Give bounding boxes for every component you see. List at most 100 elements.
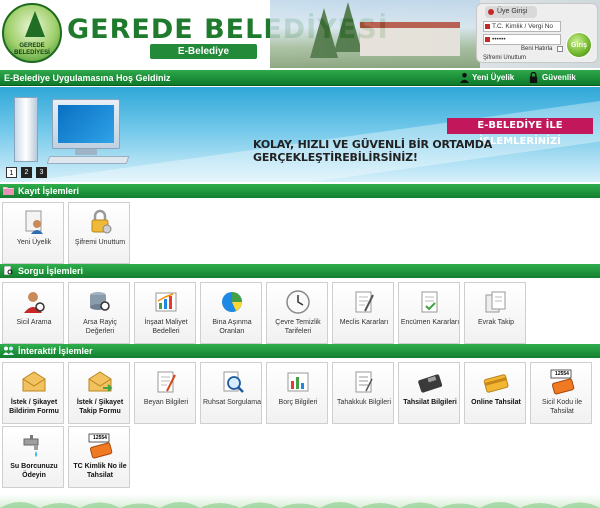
tile-sicil-arama[interactable]: Sicil Arama [2, 282, 64, 344]
tile-label: Çevre Temizlik Tarifeleri [275, 319, 321, 335]
tile-label: Ruhsat Sorgulama [203, 399, 261, 406]
welcome-text: E-Belediye Uygulamasına Hoş Geldiniz [4, 73, 171, 83]
tile-bina-asinma[interactable]: Bina Aşınma Oranları [200, 282, 262, 344]
document-check-icon [421, 291, 438, 313]
section-header-interaktif: İnteraktif İşlemler [0, 344, 600, 358]
logo-text: GEREDE BELEDİYESİ [14, 43, 50, 56]
tile-tahakkuk-bilgileri[interactable]: Tahakkuk Bilgileri [332, 362, 394, 424]
header: GEREDE BELEDİYESİ GEREDE BELEDİYESİ E-Be… [0, 0, 600, 68]
tile-meclis-kararlari[interactable]: Meclis Kararları [332, 282, 394, 344]
lock-icon [91, 209, 112, 234]
tile-label: Tahsilat Bilgileri [403, 399, 457, 406]
login-panel: Üye Girişi T.C. Kimlik / Vergi No ••••••… [476, 3, 598, 63]
new-member-icon [25, 210, 43, 234]
new-member-icon [459, 72, 470, 83]
remember-label: Beni Hatırla [521, 46, 553, 52]
credit-card-icon [483, 374, 509, 393]
id-number-input[interactable]: T.C. Kimlik / Vergi No [483, 21, 561, 32]
new-member-link[interactable]: Yeni Üyelik [472, 72, 514, 84]
pie-chart-icon [222, 292, 242, 312]
tile-label: Sicil Arama [16, 319, 52, 326]
card-reader-icon [418, 374, 443, 393]
security-link[interactable]: Güvenlik [542, 72, 576, 84]
tile-tahsilat-bilgileri[interactable]: Tahsilat Bilgileri [398, 362, 460, 424]
building-icon [360, 22, 460, 56]
tile-label: Borç Bilgileri [278, 399, 318, 406]
magnifier-document-icon [223, 371, 244, 393]
people-icon [3, 346, 14, 355]
tile-sifremi-unuttum[interactable]: Şifremi Unuttum [68, 202, 130, 264]
login-button[interactable]: Giriş [566, 32, 592, 58]
remember-checkbox[interactable] [557, 46, 563, 52]
header-photo [270, 0, 480, 68]
password-input[interactable]: •••••• [483, 34, 561, 45]
keyboard-icon [46, 156, 130, 164]
login-tab[interactable]: Üye Girişi [485, 6, 537, 18]
tile-tc-kimlik-tahsilat[interactable]: 12554 TC Kimlik No ile Tahsilat [68, 426, 130, 488]
user-icon [485, 24, 490, 29]
banner-badge: E-BELEDİYE İLE İŞLEMLERİNİZİ [447, 118, 593, 147]
tile-yeni-uyelik[interactable]: Yeni Üyelik [2, 202, 64, 264]
chart-icon [155, 292, 177, 312]
tile-label: Encümen Kararları [400, 319, 460, 326]
tile-label: İnşaat Maliyet Bedelleri [144, 319, 188, 335]
code-tag: 12554 [555, 371, 569, 377]
grass-decoration [0, 502, 600, 508]
tile-arsa-rayic[interactable]: Arsa Rayiç Değerleri [68, 282, 130, 344]
tile-label: TC Kimlik No ile Tahsilat [73, 463, 127, 479]
banner-slogan: KOLAY, HIZLI VE GÜVENLİ BİR ORTAMDA GERÇ… [253, 138, 493, 164]
tree-icon [334, 2, 362, 52]
monitor-stand [75, 149, 97, 155]
section-title: İnteraktif İşlemler [18, 346, 93, 356]
tile-online-tahsilat[interactable]: Online Tahsilat [464, 362, 526, 424]
footer-decoration [0, 494, 600, 508]
tile-label: Meclis Kararları [339, 319, 389, 326]
documents-icon [485, 291, 506, 313]
tile-borc-bilgileri[interactable]: Borç Bilgileri [266, 362, 328, 424]
id-number-value: T.C. Kimlik / Vergi No [492, 23, 554, 30]
document-list-icon [355, 371, 373, 393]
tile-istek-takip[interactable]: İstek / Şikayet Takip Formu [68, 362, 130, 424]
envelope-arrow-icon [88, 371, 113, 392]
tile-ruhsat-sorgulama[interactable]: Ruhsat Sorgulama [200, 362, 262, 424]
database-search-icon [90, 292, 110, 311]
tile-label: Evrak Takip [477, 319, 515, 326]
document-pen-icon [355, 291, 374, 313]
tile-su-borcu[interactable]: Su Borcunuzu Ödeyin [2, 426, 64, 488]
banner-page-1[interactable]: 1 [6, 167, 17, 178]
tile-sicil-kodu-tahsilat[interactable]: 12554 Sicil Kodu ile Tahsilat [530, 362, 592, 424]
section-header-sorgu: Sorgu İşlemleri [0, 264, 600, 278]
section-header-kayit: Kayıt İşlemleri [0, 184, 600, 198]
forgot-password-link[interactable]: Şifremi Unuttum [483, 55, 526, 61]
tile-label: İstek / Şikayet Takip Formu [76, 399, 124, 415]
monitor-icon [52, 99, 120, 149]
municipality-logo[interactable]: GEREDE BELEDİYESİ [2, 3, 62, 63]
tile-encumen-kararlari[interactable]: Encümen Kararları [398, 282, 460, 344]
envelope-icon [22, 371, 46, 392]
tile-cevre-temizlik[interactable]: Çevre Temizlik Tarifeleri [266, 282, 328, 344]
promo-banner: 1 2 3 E-BELEDİYE İLE İŞLEMLERİNİZİ KOLAY… [0, 87, 600, 182]
bar-chart-icon [287, 372, 309, 392]
password-value: •••••• [492, 36, 506, 43]
page: GEREDE BELEDİYESİ GEREDE BELEDİYESİ E-Be… [0, 0, 600, 508]
tile-insaat-maliyet[interactable]: İnşaat Maliyet Bedelleri [134, 282, 196, 344]
tile-label: Yeni Üyelik [16, 239, 52, 246]
tree-icon [25, 11, 45, 37]
computer-tower-icon [14, 97, 38, 162]
site-subtitle: E-Belediye Uygulaması [150, 44, 257, 68]
tile-label: İstek / Şikayet Bildirim Formu [9, 399, 59, 415]
tile-label: Beyan Bilgileri [143, 399, 189, 406]
clock-icon [286, 290, 310, 314]
tile-label: Sicil Kodu ile Tahsilat [541, 399, 583, 415]
code-tag: 12554 [93, 435, 107, 441]
tile-evrak-takip[interactable]: Evrak Takip [464, 282, 526, 344]
tile-istek-bildirim[interactable]: İstek / Şikayet Bildirim Formu [2, 362, 64, 424]
tile-label: Tahakkuk Bilgileri [336, 399, 392, 406]
tile-beyan-bilgileri[interactable]: Beyan Bilgileri [134, 362, 196, 424]
user-search-icon [24, 292, 45, 313]
tile-label: Online Tahsilat [471, 399, 521, 406]
folder-icon [3, 187, 14, 195]
banner-page-3[interactable]: 3 [36, 167, 47, 178]
banner-page-2[interactable]: 2 [21, 167, 32, 178]
search-document-icon [3, 266, 13, 275]
